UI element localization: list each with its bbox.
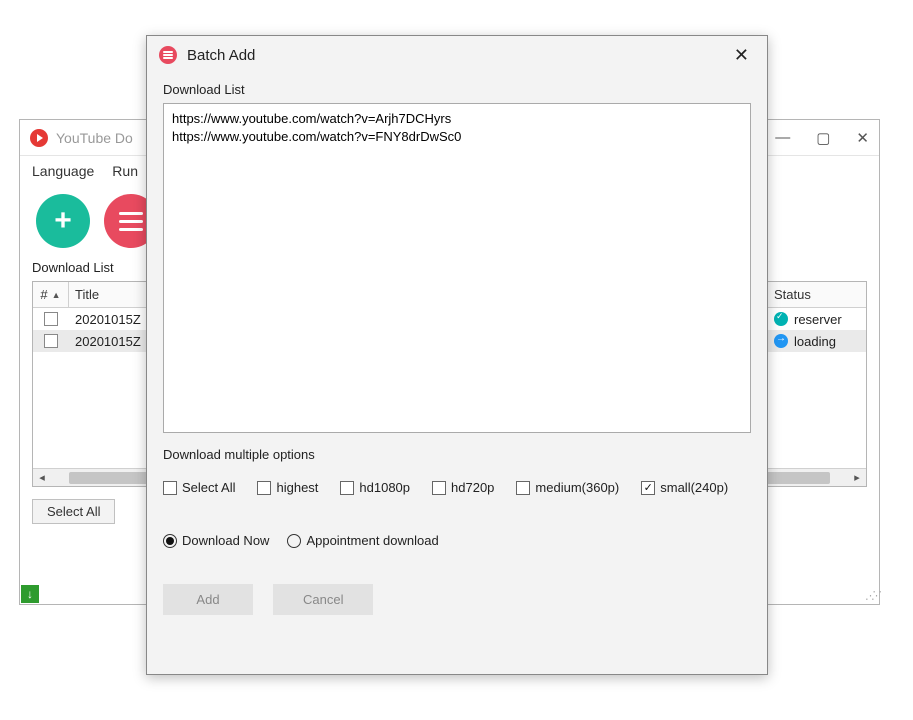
- quality-options: Select All highest hd1080p hd720p medium…: [163, 480, 751, 495]
- checkbox[interactable]: [432, 481, 446, 495]
- plus-icon: +: [54, 204, 72, 238]
- opt-hd720p[interactable]: hd720p: [432, 480, 494, 495]
- opt-label: medium(360p): [535, 480, 619, 495]
- download-mode: Download Now Appointment download: [163, 533, 751, 548]
- batch-add-dialog: Batch Add ✕ Download List Download multi…: [146, 35, 768, 675]
- opt-small240p[interactable]: ✓ small(240p): [641, 480, 728, 495]
- menu-language[interactable]: Language: [32, 163, 94, 179]
- row-status: reserver: [794, 312, 842, 327]
- opt-label: highest: [276, 480, 318, 495]
- resize-grip[interactable]: ⋰⋰: [865, 589, 877, 602]
- dialog-close-button[interactable]: ✕: [728, 43, 755, 68]
- row-checkbox[interactable]: [44, 312, 58, 326]
- dialog-body: Download List Download multiple options …: [147, 74, 767, 674]
- mode-label: Download Now: [182, 533, 269, 548]
- opt-label: hd1080p: [359, 480, 410, 495]
- col-index-label: #: [40, 287, 47, 302]
- opt-medium360p[interactable]: medium(360p): [516, 480, 619, 495]
- radio[interactable]: [287, 534, 301, 548]
- select-all-button[interactable]: Select All: [32, 499, 115, 524]
- radio[interactable]: [163, 534, 177, 548]
- col-status[interactable]: Status: [768, 282, 866, 307]
- maximize-button[interactable]: ▢: [816, 129, 830, 147]
- app-title: YouTube Do: [56, 130, 133, 146]
- status-reserved-icon: [774, 312, 788, 326]
- opt-label: hd720p: [451, 480, 494, 495]
- list-icon: [119, 220, 143, 223]
- opt-select-all[interactable]: Select All: [163, 480, 235, 495]
- scroll-right-arrow[interactable]: ▸: [848, 471, 866, 484]
- url-textarea[interactable]: [163, 103, 751, 433]
- scroll-left-arrow[interactable]: ◂: [33, 471, 51, 484]
- sort-asc-icon: ▲: [52, 290, 61, 300]
- dialog-buttons: Add Cancel: [163, 584, 751, 615]
- col-index[interactable]: # ▲: [33, 282, 69, 307]
- minimize-button[interactable]: —: [775, 129, 790, 147]
- row-status: loading: [794, 334, 836, 349]
- row-checkbox[interactable]: [44, 334, 58, 348]
- opt-hd1080p[interactable]: hd1080p: [340, 480, 410, 495]
- checkbox[interactable]: [257, 481, 271, 495]
- batch-icon: [159, 46, 177, 64]
- opt-label: small(240p): [660, 480, 728, 495]
- add-confirm-button[interactable]: Add: [163, 584, 253, 615]
- opt-highest[interactable]: highest: [257, 480, 318, 495]
- app-icon: [30, 129, 48, 147]
- status-loading-icon: [774, 334, 788, 348]
- mode-appointment[interactable]: Appointment download: [287, 533, 438, 548]
- window-controls: — ▢ ✕: [775, 129, 869, 147]
- checkbox[interactable]: [516, 481, 530, 495]
- dialog-title: Batch Add: [187, 47, 255, 64]
- cancel-button[interactable]: Cancel: [273, 584, 373, 615]
- close-icon: ✕: [734, 45, 749, 65]
- multi-options-label: Download multiple options: [163, 447, 751, 462]
- menu-run[interactable]: Run: [112, 163, 138, 179]
- checkbox[interactable]: [340, 481, 354, 495]
- download-arrow-icon: ↓: [27, 587, 33, 601]
- mode-label: Appointment download: [306, 533, 438, 548]
- dialog-list-label: Download List: [163, 82, 751, 97]
- mode-download-now[interactable]: Download Now: [163, 533, 269, 548]
- checkbox[interactable]: ✓: [641, 481, 655, 495]
- close-button[interactable]: ✕: [856, 129, 869, 147]
- dialog-titlebar: Batch Add ✕: [147, 36, 767, 74]
- add-button[interactable]: +: [36, 194, 90, 248]
- checkbox[interactable]: [163, 481, 177, 495]
- status-indicator: ↓: [21, 585, 39, 603]
- opt-label: Select All: [182, 480, 235, 495]
